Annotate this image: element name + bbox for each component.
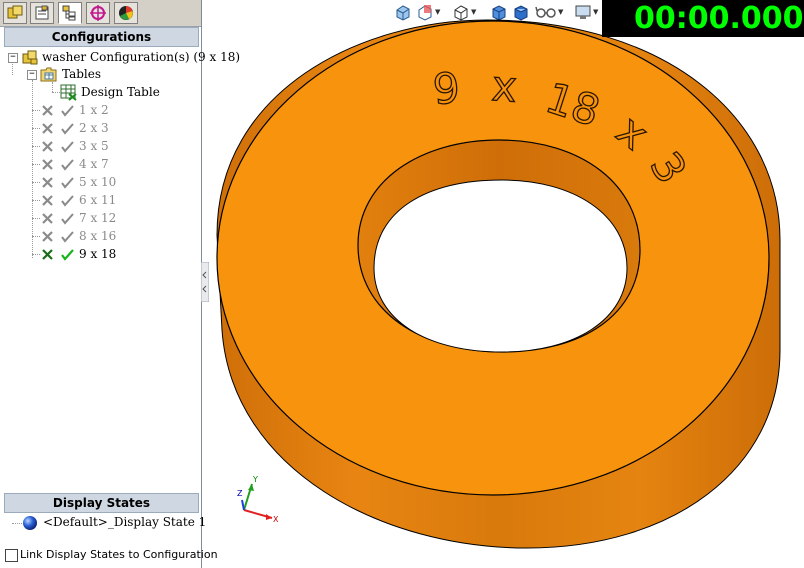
tables-folder-icon [40, 67, 57, 82]
config-label: 2 x 3 [79, 121, 109, 135]
config-status-icons [42, 213, 74, 225]
config-item-9x18-active[interactable]: 9 x 18 [0, 246, 201, 263]
feature-manager-icon [7, 5, 23, 19]
config-label: 1 x 2 [79, 103, 109, 117]
config-status-icons [42, 249, 74, 261]
display-state-label: <Default>_Display State 1 [43, 515, 207, 529]
dimxpert-icon [90, 5, 106, 21]
configuration-manager-panel: Configurations − washer Configuration(s)… [0, 0, 240, 568]
config-status-icons [42, 177, 74, 189]
config-item-7x12[interactable]: 7 x 12 [0, 210, 201, 227]
tables-label: Tables [62, 67, 102, 81]
config-item-5x10[interactable]: 5 x 10 [0, 174, 201, 191]
config-x-icon [42, 159, 53, 170]
checkmark-icon [61, 213, 74, 225]
graphics-viewport[interactable]: ▼ ▼ ▼ ▼ 9 x 18 x 3 X Y Z [202, 0, 804, 568]
config-status-icons [42, 123, 74, 135]
checkmark-icon [61, 159, 74, 171]
config-item-6x11[interactable]: 6 x 11 [0, 192, 201, 209]
display-state-sphere-icon [23, 516, 37, 530]
property-manager-icon [35, 5, 49, 20]
tree-line [32, 164, 40, 165]
reference-triad: X Y Z [237, 475, 279, 524]
checkmark-icon [61, 105, 74, 117]
config-x-icon [42, 249, 53, 260]
config-status-icons [42, 159, 74, 171]
config-label: 6 x 11 [79, 193, 117, 207]
configurations-header: Configurations [4, 27, 199, 47]
config-item-8x16[interactable]: 8 x 16 [0, 228, 201, 245]
engraving-char: x [490, 61, 518, 112]
tab-dimxpert-manager[interactable] [86, 2, 110, 24]
config-x-icon [42, 105, 53, 116]
config-item-4x7[interactable]: 4 x 7 [0, 156, 201, 173]
tab-feature-manager[interactable] [3, 2, 27, 24]
tree-item-design-table[interactable]: Design Table [0, 84, 201, 101]
tree-line [32, 146, 40, 147]
config-label: 8 x 16 [79, 229, 117, 243]
config-x-icon [42, 123, 53, 134]
collapse-toggle[interactable]: − [8, 53, 18, 63]
tree-line [32, 182, 40, 183]
tree-line [32, 128, 40, 129]
config-label: 4 x 7 [79, 157, 109, 171]
link-display-states-checkbox[interactable] [5, 549, 18, 562]
tree-line [12, 523, 22, 524]
tab-display-manager[interactable] [114, 2, 138, 24]
link-display-states-label: Link Display States to Configuration [20, 548, 218, 561]
tab-configuration-manager[interactable] [58, 2, 82, 24]
washer-model: 9 x 18 x 3 [216, 19, 781, 549]
display-states-header: Display States [4, 493, 199, 513]
config-item-3x5[interactable]: 3 x 5 [0, 138, 201, 155]
display-state-item[interactable]: <Default>_Display State 1 [0, 514, 206, 531]
configurations-icon [22, 50, 38, 65]
config-label: 7 x 12 [79, 211, 117, 225]
config-status-icons [42, 231, 74, 243]
config-status-icons [42, 141, 74, 153]
config-x-icon [42, 213, 53, 224]
display-manager-icon [119, 6, 133, 20]
tree-item-tables[interactable]: − Tables [0, 66, 201, 83]
config-item-2x3[interactable]: 2 x 3 [0, 120, 201, 137]
checkmark-icon [61, 141, 74, 153]
tree-root-configurations[interactable]: − washer Configuration(s) (9 x 18) [0, 49, 240, 66]
design-table-icon [60, 84, 77, 101]
checkmark-icon [61, 249, 74, 261]
config-item-1x2[interactable]: 1 x 2 [0, 102, 201, 119]
config-x-icon [42, 177, 53, 188]
washer-hole-opening [373, 179, 628, 353]
checkmark-icon [61, 123, 74, 135]
config-x-icon [42, 195, 53, 206]
config-x-icon [42, 141, 53, 152]
manager-tab-bar [0, 0, 201, 27]
config-label: 3 x 5 [79, 139, 109, 153]
engraving-char: 9 [431, 63, 461, 114]
tab-property-manager[interactable] [30, 2, 54, 24]
config-x-icon [42, 231, 53, 242]
design-table-label: Design Table [81, 85, 160, 99]
collapse-toggle[interactable]: − [27, 70, 37, 80]
tree-line [32, 218, 40, 219]
axis-y-label: Y [252, 475, 258, 484]
config-label: 5 x 10 [79, 175, 117, 189]
tree-line [32, 254, 40, 255]
configuration-manager-icon [62, 5, 76, 21]
checkmark-icon [61, 231, 74, 243]
checkmark-icon [61, 195, 74, 207]
tree-line [32, 236, 40, 237]
timer-value: 00:00.000 [634, 1, 804, 36]
config-status-icons [42, 195, 74, 207]
tree-line [32, 110, 40, 111]
tree-line [32, 200, 40, 201]
axis-x-label: X [273, 515, 279, 524]
axis-z-label: Z [237, 489, 243, 498]
config-status-icons [42, 105, 74, 117]
checkmark-icon [61, 177, 74, 189]
config-label: 9 x 18 [79, 247, 117, 261]
recording-timer: 00:00.000▯ [602, 0, 804, 37]
